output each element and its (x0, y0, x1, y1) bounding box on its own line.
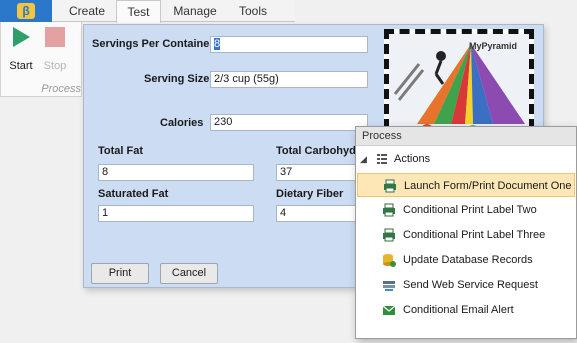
serving-size-input[interactable]: 2/3 cup (55g) (210, 71, 368, 88)
saturated-fat-input[interactable]: 1 (98, 205, 254, 222)
stop-button[interactable]: Stop (39, 26, 71, 72)
total-carb-label: Total Carbohydr (276, 145, 361, 157)
actions-label: Actions (394, 153, 431, 165)
menu-item-launch-form[interactable]: Launch Form/Print Document One (357, 173, 575, 197)
servings-input[interactable]: 8 (210, 36, 368, 53)
email-icon (382, 305, 396, 315)
app-logo-icon: β (17, 3, 35, 19)
menu-header: Process (356, 127, 576, 146)
printer-icon (383, 203, 395, 217)
start-button[interactable]: Start (5, 26, 37, 72)
tab-manage[interactable]: Manage (166, 0, 224, 22)
calories-input[interactable]: 230 (210, 114, 368, 131)
ribbon-panel-process: Start Stop Process (0, 22, 82, 97)
stop-icon (45, 27, 65, 47)
menu-item-update-database[interactable]: Update Database Records (357, 248, 575, 272)
tab-create[interactable]: Create (62, 0, 112, 22)
ribbon-tab-bar: β Create Test Manage Tools (0, 0, 295, 23)
menu-item-label: Update Database Records (403, 254, 533, 266)
database-icon (383, 254, 396, 267)
ribbon-group-label: Process (41, 83, 81, 95)
cancel-button[interactable]: Cancel (160, 263, 218, 284)
menu-item-print-label-three[interactable]: Conditional Print Label Three (357, 223, 575, 247)
menu-item-print-label-two[interactable]: Conditional Print Label Two (357, 198, 575, 222)
print-button[interactable]: Print (91, 263, 149, 284)
menu-item-label: Conditional Email Alert (403, 304, 514, 316)
total-fat-input[interactable]: 8 (98, 164, 254, 181)
menu-item-email-alert[interactable]: Conditional Email Alert (357, 298, 575, 322)
web-service-icon (383, 281, 395, 291)
printer-icon (383, 228, 395, 242)
tab-tools[interactable]: Tools (228, 0, 278, 22)
actions-group-row[interactable]: ◢ Actions (356, 150, 576, 168)
menu-item-web-service[interactable]: Send Web Service Request (357, 273, 575, 297)
tab-test[interactable]: Test (116, 0, 161, 23)
menu-item-label: Launch Form/Print Document One (404, 180, 572, 192)
process-context-menu: Process ◢ Actions Launch Form/Print Docu… (355, 126, 577, 339)
dietary-fiber-label: Dietary Fiber (276, 188, 344, 200)
calories-label: Calories (160, 117, 204, 129)
app-menu-button[interactable]: β (0, 0, 52, 22)
play-icon (13, 27, 30, 47)
saturated-fat-label: Saturated Fat (98, 188, 169, 200)
pyramid-title: MyPyramid (469, 41, 518, 51)
printer-icon (384, 179, 396, 193)
stop-label: Stop (43, 60, 67, 72)
list-icon (377, 154, 387, 164)
menu-item-label: Send Web Service Request (403, 279, 538, 291)
total-fat-label: Total Fat (98, 145, 144, 157)
menu-item-label: Conditional Print Label Two (403, 204, 537, 216)
menu-item-label: Conditional Print Label Three (403, 229, 546, 241)
servings-label: Servings Per Container (92, 38, 214, 50)
start-label: Start (9, 60, 33, 72)
expand-arrow-icon[interactable]: ◢ (360, 150, 367, 168)
serving-size-label: Serving Size (144, 73, 210, 85)
